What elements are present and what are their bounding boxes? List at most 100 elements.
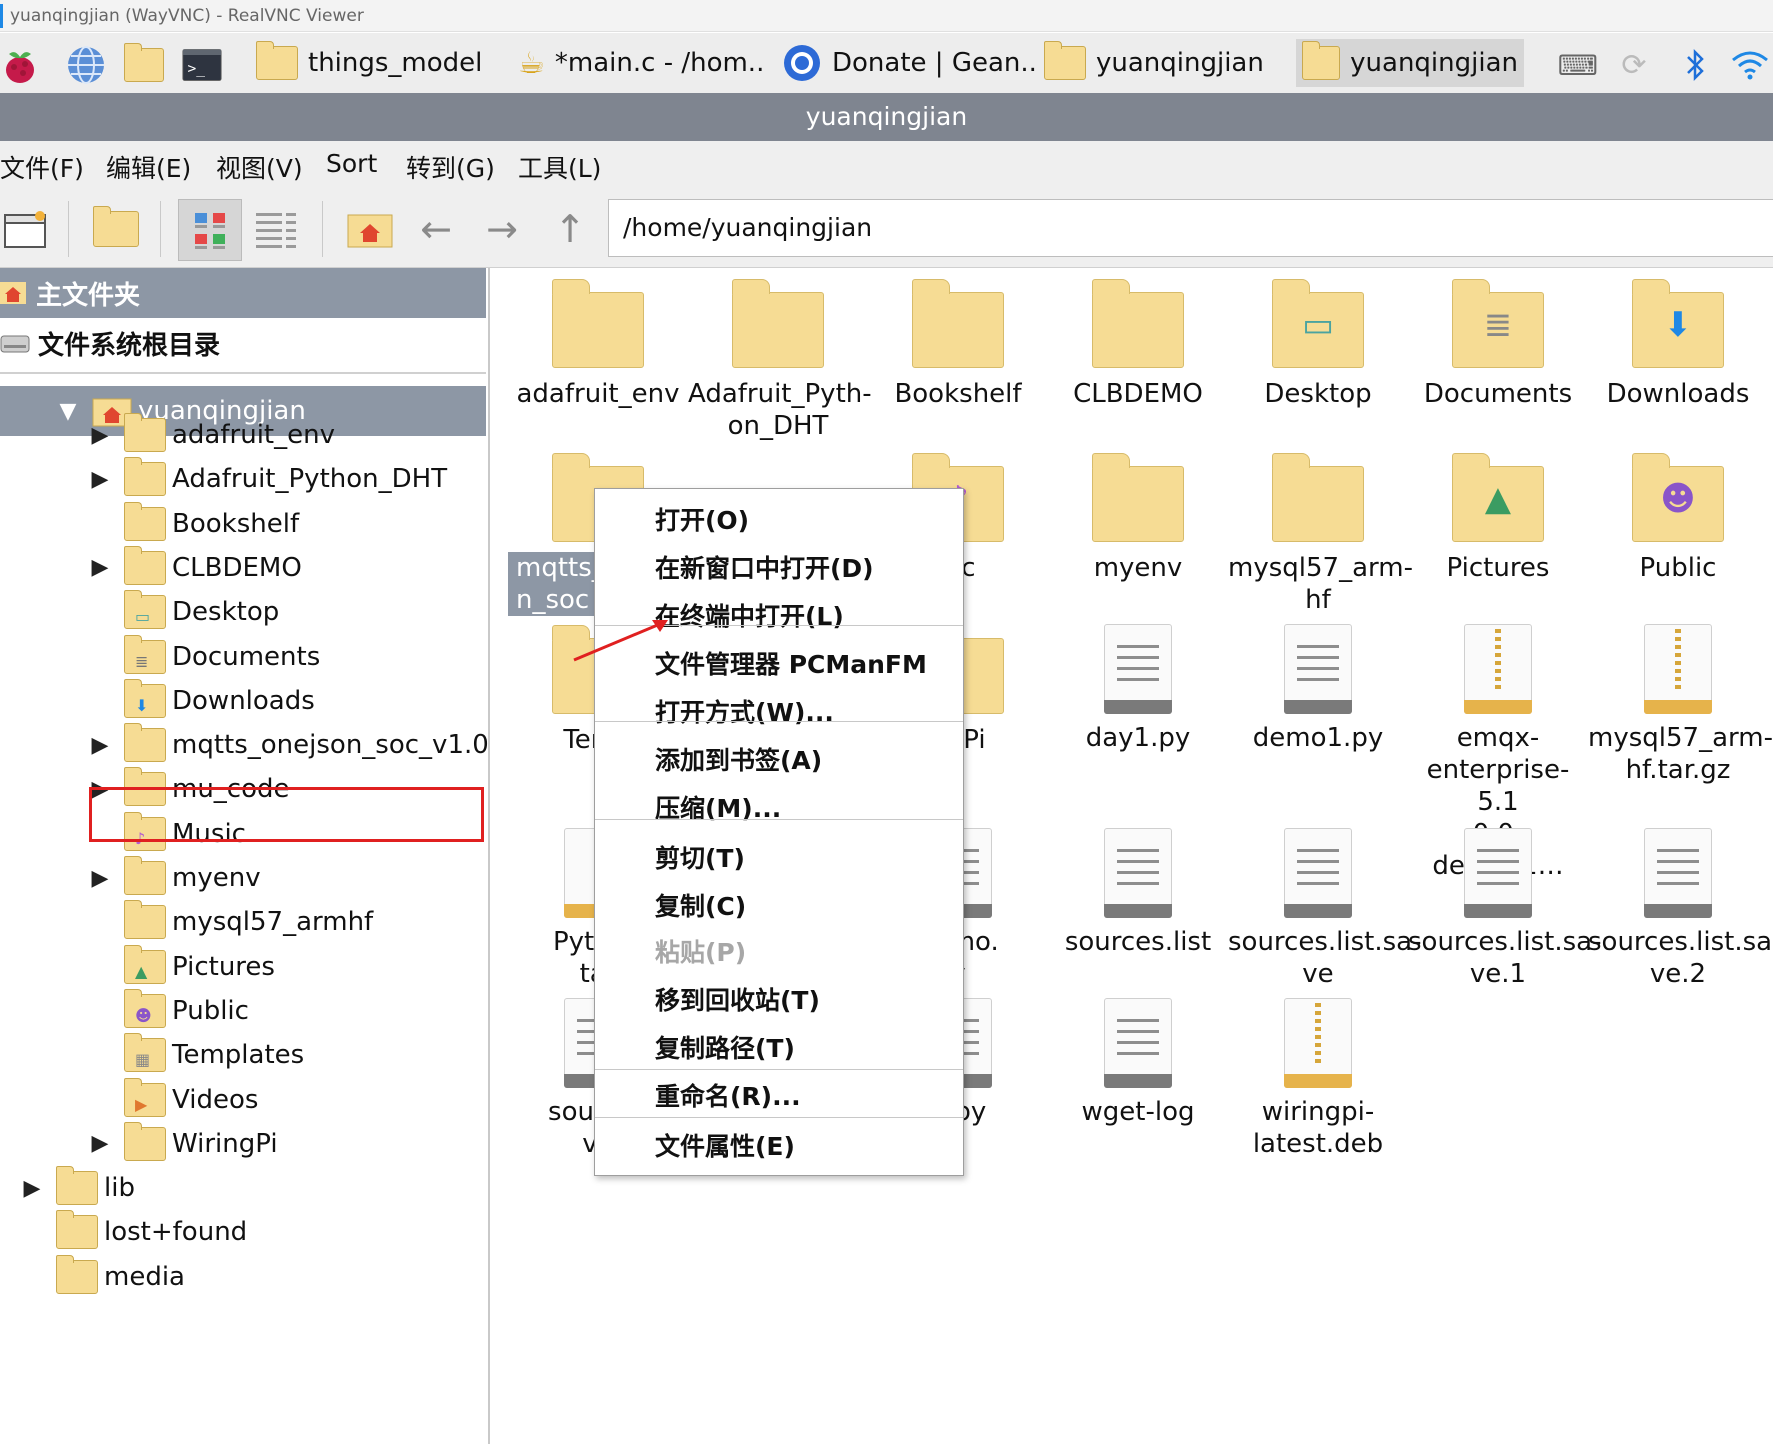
task-chromium-donate[interactable]: Donate | Gean..	[776, 39, 1043, 87]
place-home[interactable]: 主文件夹	[0, 268, 486, 318]
web-browser-icon[interactable]	[66, 45, 106, 85]
context-menu-item[interactable]: 移到回收站(T)	[655, 981, 820, 1017]
expand-arrow-icon[interactable]: ▶	[90, 866, 110, 891]
forward-button[interactable]: →	[476, 203, 528, 255]
tree-item-pictures[interactable]: ▲ Pictures	[90, 942, 275, 992]
file-item[interactable]: Bookshelf	[868, 278, 1048, 410]
tree-item-public[interactable]: ☻ Public	[90, 986, 249, 1036]
tree-item-adafruit-python-dht[interactable]: ▶ Adafruit_Python_DHT	[90, 454, 447, 504]
back-button[interactable]: ←	[410, 203, 462, 255]
file-item[interactable]: mysql57_arm- hf	[1228, 452, 1413, 616]
menu-file[interactable]: 文件(F)	[0, 149, 84, 185]
context-menu-item[interactable]: 在新窗口中打开(D)	[655, 549, 874, 585]
tree-item-mysql57-armhf[interactable]: mysql57_armhf	[90, 897, 373, 947]
file-item[interactable]: wget-log	[1048, 998, 1228, 1128]
file-item[interactable]: ▭ Desktop	[1228, 278, 1408, 410]
raspberry-menu-icon[interactable]	[0, 45, 40, 85]
file-item[interactable]: ▲ Pictures	[1408, 452, 1588, 584]
sync-icon[interactable]: ⟳	[1614, 45, 1654, 85]
new-tab-button[interactable]	[0, 203, 52, 255]
expand-arrow-icon[interactable]: ▶	[90, 777, 110, 802]
expand-arrow-icon[interactable]: ▶	[90, 423, 110, 448]
file-item[interactable]: sources.list.sa- ve	[1228, 828, 1421, 990]
tree-item-label: Adafruit_Python_DHT	[172, 464, 448, 495]
folder-icon	[124, 413, 166, 452]
context-menu-item[interactable]: 打开方式(W)...	[655, 693, 834, 729]
file-item[interactable]: adafruit_env	[508, 278, 688, 410]
tree-item-downloads[interactable]: ⬇ Downloads	[90, 676, 315, 726]
menu-sort[interactable]: Sort	[326, 149, 377, 178]
expanded-arrow-icon[interactable]: ▼	[58, 399, 78, 424]
tree-item-templates[interactable]: ▦ Templates	[90, 1030, 304, 1080]
expand-arrow-icon[interactable]: ▶	[22, 1176, 42, 1201]
file-item-label: CLBDEMO	[1073, 379, 1203, 409]
folder-icon	[124, 545, 166, 585]
file-item[interactable]: demo1.py	[1228, 624, 1408, 754]
keyboard-icon[interactable]: ⌨	[1558, 45, 1598, 85]
tree-item-adafruit-env[interactable]: ▶ adafruit_env	[90, 410, 335, 460]
wifi-icon[interactable]	[1730, 45, 1770, 85]
home-button[interactable]	[344, 203, 396, 255]
context-menu-item[interactable]: 文件属性(E)	[655, 1127, 795, 1163]
tree-item-bookshelf[interactable]: Bookshelf	[90, 499, 299, 549]
file-item-label: Adafruit_Pyth- on_DHT	[688, 379, 872, 441]
icon-view-button[interactable]	[178, 199, 242, 261]
expand-arrow-icon[interactable]: ▶	[90, 555, 110, 580]
tree-item-clbdemo[interactable]: ▶ CLBDEMO	[90, 543, 302, 593]
tree-item-videos[interactable]: ▶ Videos	[90, 1075, 258, 1125]
task-geany-main-c[interactable]: ☕ *main.c - /hom..	[512, 39, 770, 87]
file-item[interactable]: ≣ Documents	[1408, 278, 1588, 410]
tree-item-documents[interactable]: ≣ Documents	[90, 632, 320, 682]
file-item[interactable]: Adafruit_Pyth- on_DHT	[688, 278, 872, 442]
task-things-model[interactable]: things_model	[250, 39, 488, 87]
tree-item-media[interactable]: media	[22, 1252, 185, 1302]
tree-item-mqtts-onejson-soc-v1-0-1[interactable]: ▶ mqtts_onejson_soc_v1.0.1	[90, 720, 488, 770]
file-item[interactable]: day1.py	[1048, 624, 1228, 754]
expand-arrow-icon[interactable]: ▶	[90, 467, 110, 492]
file-item-label: Documents	[1423, 379, 1573, 409]
menu-go[interactable]: 转到(G)	[406, 149, 495, 185]
context-menu-item[interactable]: 添加到书签(A)	[655, 741, 822, 777]
window-title-bar[interactable]: yuanqingjian	[0, 93, 1773, 141]
path-bar[interactable]: /home/yuanqingjian	[608, 199, 1773, 257]
bluetooth-icon[interactable]	[1676, 45, 1716, 85]
tree-item-desktop[interactable]: ▭ Desktop	[90, 587, 279, 637]
list-view-button[interactable]	[250, 203, 302, 255]
context-menu-item[interactable]: 打开(O)	[655, 501, 749, 537]
task-file-manager-1[interactable]: yuanqingjian	[1038, 39, 1270, 87]
terminal-launcher-icon[interactable]: >_	[182, 45, 222, 85]
context-menu-item[interactable]: 重命名(R)...	[655, 1077, 801, 1113]
tree-item-lost-found[interactable]: lost+found	[22, 1207, 247, 1257]
place-filesystem-root[interactable]: 文件系统根目录	[0, 318, 486, 368]
file-manager-launcher-icon[interactable]	[124, 43, 164, 85]
file-item[interactable]: sources.list.sa- ve.2	[1588, 828, 1773, 990]
context-menu-item[interactable]: 复制路径(T)	[655, 1029, 795, 1065]
menu-view[interactable]: 视图(V)	[216, 149, 303, 185]
tree-item-wiringpi[interactable]: ▶ WiringPi	[90, 1119, 278, 1169]
file-item[interactable]: sources.list	[1048, 828, 1228, 958]
tree-item-music[interactable]: ♪ Music	[90, 809, 246, 859]
file-item[interactable]: sources.list.sa- ve.1	[1408, 828, 1601, 990]
file-item[interactable]: CLBDEMO	[1048, 278, 1228, 410]
context-menu-item[interactable]: 文件管理器 PCManFM	[655, 645, 927, 681]
file-item[interactable]: wiringpi- latest.deb	[1228, 998, 1408, 1160]
menu-separator	[595, 819, 963, 820]
up-button[interactable]: ↑	[544, 203, 596, 255]
file-item[interactable]: ☻ Public	[1588, 452, 1768, 584]
new-folder-button[interactable]	[90, 203, 142, 255]
context-menu-item[interactable]: 在终端中打开(L)	[655, 597, 844, 633]
file-item[interactable]: mysql57_arm- hf.tar.gz	[1588, 624, 1773, 786]
file-item[interactable]: ⬇ Downloads	[1588, 278, 1768, 410]
file-item[interactable]: myenv	[1048, 452, 1228, 584]
tree-item-lib[interactable]: ▶ lib	[22, 1163, 135, 1213]
context-menu-item[interactable]: 复制(C)	[655, 887, 746, 923]
expand-arrow-icon[interactable]: ▶	[90, 1131, 110, 1156]
menu-edit[interactable]: 编辑(E)	[106, 149, 191, 185]
expand-arrow-icon[interactable]: ▶	[90, 733, 110, 758]
tree-item-mu-code[interactable]: ▶ mu_code	[90, 764, 290, 814]
task-file-manager-2-active[interactable]: yuanqingjian	[1296, 39, 1524, 87]
text-file-icon	[1464, 828, 1532, 918]
menu-tools[interactable]: 工具(L)	[518, 149, 601, 185]
tree-item-myenv[interactable]: ▶ myenv	[90, 853, 261, 903]
context-menu-item[interactable]: 剪切(T)	[655, 839, 745, 875]
